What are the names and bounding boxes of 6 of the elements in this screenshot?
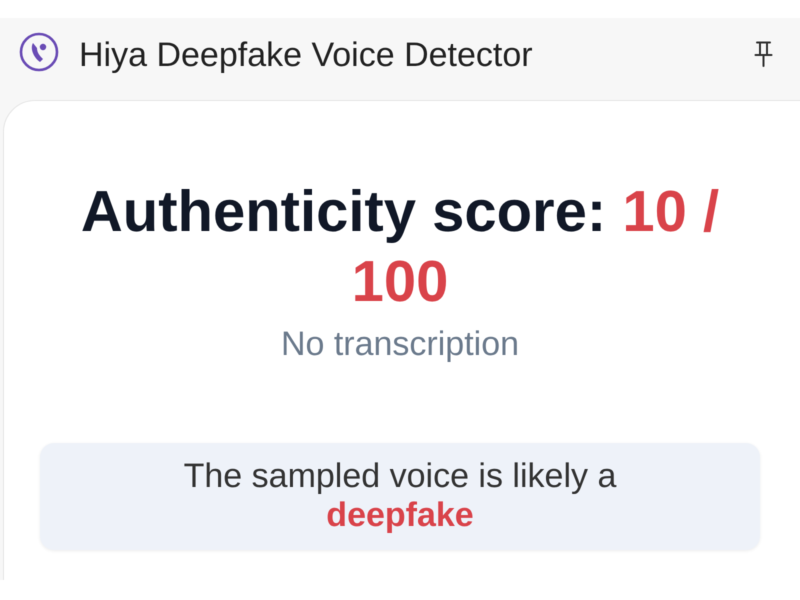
- verdict-text: The sampled voice is likely a deepfake: [184, 456, 616, 535]
- transcription-text: No transcription: [280, 324, 520, 365]
- panel-title: Hiya Deepfake Voice Detector: [79, 35, 533, 75]
- authenticity-score-heading: Authenticity score: 10 / 100: [80, 178, 720, 316]
- logo-icon: [19, 32, 59, 72]
- pin-icon[interactable]: [754, 41, 773, 67]
